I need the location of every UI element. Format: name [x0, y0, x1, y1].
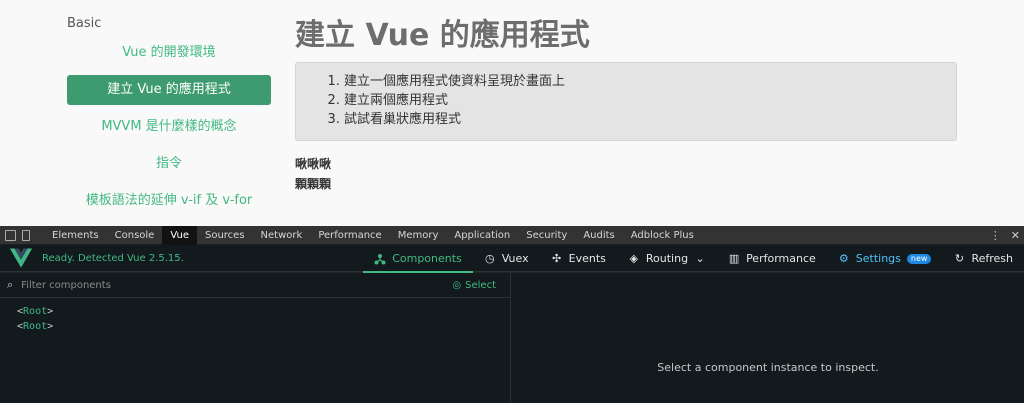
tab-audits[interactable]: Audits: [575, 226, 622, 245]
events-icon: ✣: [552, 251, 562, 265]
tree-node-root[interactable]: <Root>: [0, 319, 510, 334]
page-title: 建立 Vue 的應用程式: [295, 18, 590, 53]
tab-console[interactable]: Console: [107, 226, 163, 245]
sidebar: Basic Vue 的開發環境 建立 Vue 的應用程式 MVVM 是什麼樣的概…: [67, 10, 271, 223]
history-icon: ◷: [484, 251, 495, 265]
tab-application[interactable]: Application: [446, 226, 518, 245]
inspect-message: Select a component instance to inspect.: [657, 361, 879, 374]
inspector-pane: Select a component instance to inspect.: [512, 273, 1024, 403]
target-icon: ◎: [452, 280, 462, 291]
status-text: Ready. Detected Vue 2.5.15.: [42, 252, 184, 264]
refresh-icon: ↻: [954, 251, 965, 265]
refresh-button[interactable]: ↻ Refresh: [942, 245, 1024, 272]
chevron-down-icon: ⌄: [695, 251, 705, 265]
tab-vue[interactable]: Vue: [162, 225, 197, 245]
components-button[interactable]: Components: [363, 245, 473, 273]
vue-panes: ⌕ ◎ Select <Root> <Root> Select a compon…: [0, 273, 1024, 403]
routing-icon: ◈: [629, 251, 639, 265]
sidebar-heading: Basic: [67, 16, 102, 31]
settings-button[interactable]: ⚙ Settings new: [827, 245, 943, 272]
sidebar-item-dev-environment[interactable]: Vue 的開發環境: [67, 38, 271, 68]
app-output-line: 啾啾啾: [295, 157, 332, 171]
app-output-line: 顆顆顆: [295, 177, 332, 191]
sidebar-item-mvvm[interactable]: MVVM 是什麼樣的概念: [67, 112, 271, 142]
tree-node-root[interactable]: <Root>: [0, 304, 510, 319]
events-button[interactable]: ✣ Events: [540, 245, 617, 272]
page-area: Basic Vue 的開發環境 建立 Vue 的應用程式 MVVM 是什麼樣的概…: [0, 0, 1024, 226]
tab-memory[interactable]: Memory: [390, 226, 447, 245]
vue-logo-icon: [10, 248, 32, 268]
tab-elements[interactable]: Elements: [44, 226, 107, 245]
device-toggle-icon[interactable]: [22, 229, 30, 241]
vuex-button[interactable]: ◷ Vuex: [473, 245, 540, 272]
main-content: 建立 Vue 的應用程式 建立一個應用程式使資料呈現於畫面上 建立兩個應用程式 …: [295, 14, 957, 194]
sidebar-item-create-app[interactable]: 建立 Vue 的應用程式: [67, 75, 271, 105]
gear-icon: ⚙: [838, 251, 849, 265]
tab-performance[interactable]: Performance: [310, 226, 389, 245]
steps-list: 建立一個應用程式使資料呈現於畫面上 建立兩個應用程式 試試看巢狀應用程式: [344, 72, 956, 129]
components-icon: [374, 253, 386, 264]
performance-button[interactable]: ▥ Performance: [717, 245, 827, 272]
tab-sources[interactable]: Sources: [197, 226, 253, 245]
sidebar-item-template-syntax[interactable]: 模板語法的延伸 v-if 及 v-for: [67, 186, 271, 216]
inspect-element-icon[interactable]: [5, 229, 16, 241]
sidebar-item-directives[interactable]: 指令: [67, 149, 271, 179]
list-item: 建立一個應用程式使資料呈現於畫面上: [344, 72, 956, 91]
app-output: 啾啾啾 顆顆顆: [295, 154, 957, 194]
devtools-tabbar: Elements Console Vue Sources Network Per…: [0, 225, 1024, 245]
component-tree-pane: ⌕ ◎ Select <Root> <Root>: [0, 273, 511, 403]
new-badge: new: [906, 253, 932, 264]
routing-button[interactable]: ◈ Routing ⌄: [617, 245, 717, 272]
close-icon[interactable]: ✕: [1011, 229, 1020, 242]
steps-box: 建立一個應用程式使資料呈現於畫面上 建立兩個應用程式 試試看巢狀應用程式: [295, 62, 957, 141]
tab-network[interactable]: Network: [253, 226, 311, 245]
component-tree: <Root> <Root>: [0, 298, 510, 334]
filter-row: ⌕ ◎ Select: [0, 273, 510, 298]
list-item: 建立兩個應用程式: [344, 91, 956, 110]
tab-adblock-plus[interactable]: Adblock Plus: [623, 226, 702, 245]
devtools-panel: Elements Console Vue Sources Network Per…: [0, 225, 1024, 403]
search-icon: ⌕: [7, 278, 14, 291]
vue-toolbar: Ready. Detected Vue 2.5.15. Components ◷…: [0, 245, 1024, 273]
select-component-button[interactable]: ◎ Select: [452, 273, 496, 298]
list-item: 試試看巢狀應用程式: [344, 110, 956, 129]
filter-components-input[interactable]: [21, 279, 322, 291]
more-icon[interactable]: ⋮: [990, 229, 1001, 242]
bar-chart-icon: ▥: [728, 251, 740, 265]
tab-security[interactable]: Security: [518, 226, 575, 245]
